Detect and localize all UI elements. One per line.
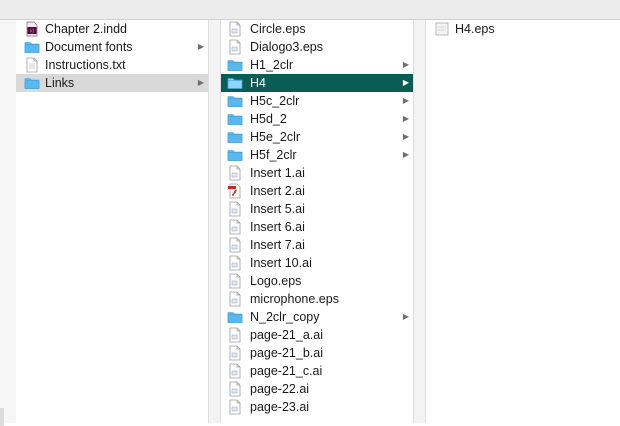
- text-file-icon: [24, 57, 40, 73]
- document-file-icon: [227, 255, 243, 271]
- file-row[interactable]: page-22.ai: [221, 380, 413, 398]
- disclosure-arrow-icon: ▶: [402, 96, 409, 105]
- file-row[interactable]: Insert 6.ai: [221, 218, 413, 236]
- item-label: Insert 1.ai: [250, 166, 305, 180]
- browser-column-3[interactable]: H4.eps: [426, 20, 620, 423]
- folder-row[interactable]: N_2clr_copy ▶: [221, 308, 413, 326]
- folder-icon: [227, 129, 243, 145]
- folder-icon: [24, 75, 40, 91]
- file-row[interactable]: microphone.eps: [221, 290, 413, 308]
- item-label: H5c_2clr: [250, 94, 300, 108]
- browser-column-2[interactable]: Circle.eps Dialogo3.eps H1_2clr ▶ H4 ▶ H5c_2cl…: [221, 20, 413, 423]
- disclosure-arrow-icon: ▶: [402, 60, 409, 69]
- item-label: page-23.ai: [250, 400, 310, 414]
- document-file-icon: [227, 165, 243, 181]
- document-file-icon: [227, 201, 243, 217]
- item-label: H5d_2: [250, 112, 287, 126]
- folder-row[interactable]: H5e_2clr ▶: [221, 128, 413, 146]
- sidebar-edge: [0, 20, 16, 426]
- file-row[interactable]: Id Chapter 2.indd: [16, 20, 208, 38]
- file-row[interactable]: page-23.ai: [221, 398, 413, 416]
- column-resize-divider[interactable]: [413, 20, 426, 423]
- folder-icon: [227, 309, 243, 325]
- item-label: H5f_2clr: [250, 148, 297, 162]
- item-label: Logo.eps: [250, 274, 302, 288]
- item-label: Links: [45, 76, 75, 90]
- document-file-icon: [227, 327, 243, 343]
- file-row[interactable]: Dialogo3.eps: [221, 38, 413, 56]
- disclosure-arrow-icon: ▶: [402, 78, 409, 87]
- item-label: Circle.eps: [250, 22, 306, 36]
- file-row[interactable]: Circle.eps: [221, 20, 413, 38]
- file-row[interactable]: Insert 1.ai: [221, 164, 413, 182]
- folder-icon: [227, 147, 243, 163]
- item-label: N_2clr_copy: [250, 310, 320, 324]
- disclosure-arrow-icon: ▶: [402, 114, 409, 123]
- document-file-icon: [227, 237, 243, 253]
- item-label: Insert 10.ai: [250, 256, 312, 270]
- eps-file-icon: [227, 21, 243, 37]
- svg-text:Id: Id: [30, 29, 34, 35]
- item-label: Insert 5.ai: [250, 202, 305, 216]
- item-label: Dialogo3.eps: [250, 40, 323, 54]
- disclosure-arrow-icon: ▶: [197, 42, 204, 51]
- item-label: H1_2clr: [250, 58, 294, 72]
- item-label: page-21_c.ai: [250, 364, 323, 378]
- file-row[interactable]: Logo.eps: [221, 272, 413, 290]
- sidebar-scroll-nub[interactable]: [0, 408, 4, 426]
- file-row[interactable]: Insert 2.ai: [221, 182, 413, 200]
- file-row[interactable]: page-21_b.ai: [221, 344, 413, 362]
- folder-row[interactable]: H5f_2clr ▶: [221, 146, 413, 164]
- disclosure-arrow-icon: ▶: [402, 132, 409, 141]
- file-row[interactable]: Insert 10.ai: [221, 254, 413, 272]
- eps-file-icon: [227, 273, 243, 289]
- item-label: Insert 6.ai: [250, 220, 305, 234]
- document-file-icon: [227, 363, 243, 379]
- file-row[interactable]: page-21_a.ai: [221, 326, 413, 344]
- item-label: H4.eps: [455, 22, 495, 36]
- document-file-icon: [227, 381, 243, 397]
- folder-row[interactable]: H1_2clr ▶: [221, 56, 413, 74]
- column-resize-divider[interactable]: [208, 20, 221, 423]
- item-label: Insert 2.ai: [250, 184, 305, 198]
- file-row[interactable]: Insert 7.ai: [221, 236, 413, 254]
- file-row[interactable]: H4.eps: [426, 20, 620, 38]
- browser-column-1[interactable]: Id Chapter 2.indd Document fonts ▶ Instructi…: [16, 20, 208, 423]
- indesign-file-icon: Id: [24, 21, 40, 37]
- file-row[interactable]: page-21_c.ai: [221, 362, 413, 380]
- item-label: page-22.ai: [250, 382, 310, 396]
- folder-icon: [227, 57, 243, 73]
- eps-preview-icon: [434, 21, 450, 37]
- eps-file-icon: [227, 291, 243, 307]
- item-label: Document fonts: [45, 40, 133, 54]
- folder-row[interactable]: Document fonts ▶: [16, 38, 208, 56]
- folder-row[interactable]: Links ▶: [16, 74, 208, 92]
- document-file-icon: [227, 345, 243, 361]
- pdf-file-icon: [227, 183, 243, 199]
- folder-icon: [24, 39, 40, 55]
- folder-icon: [227, 75, 243, 91]
- folder-row[interactable]: H4 ▶: [221, 74, 413, 92]
- disclosure-arrow-icon: ▶: [402, 150, 409, 159]
- folder-row[interactable]: H5d_2 ▶: [221, 110, 413, 128]
- item-label: H5e_2clr: [250, 130, 301, 144]
- document-file-icon: [227, 399, 243, 415]
- eps-file-icon: [227, 39, 243, 55]
- item-label: Instructions.txt: [45, 58, 126, 72]
- item-label: Insert 7.ai: [250, 238, 305, 252]
- document-file-icon: [227, 219, 243, 235]
- disclosure-arrow-icon: ▶: [402, 312, 409, 321]
- folder-row[interactable]: H5c_2clr ▶: [221, 92, 413, 110]
- file-row[interactable]: Instructions.txt: [16, 56, 208, 74]
- file-row[interactable]: Insert 5.ai: [221, 200, 413, 218]
- item-label: H4: [250, 76, 266, 90]
- folder-icon: [227, 111, 243, 127]
- item-label: page-21_b.ai: [250, 346, 323, 360]
- item-label: Chapter 2.indd: [45, 22, 128, 36]
- window-toolbar-edge: [0, 0, 620, 20]
- item-label: microphone.eps: [250, 292, 339, 306]
- folder-icon: [227, 93, 243, 109]
- item-label: page-21_a.ai: [250, 328, 323, 342]
- disclosure-arrow-icon: ▶: [197, 78, 204, 87]
